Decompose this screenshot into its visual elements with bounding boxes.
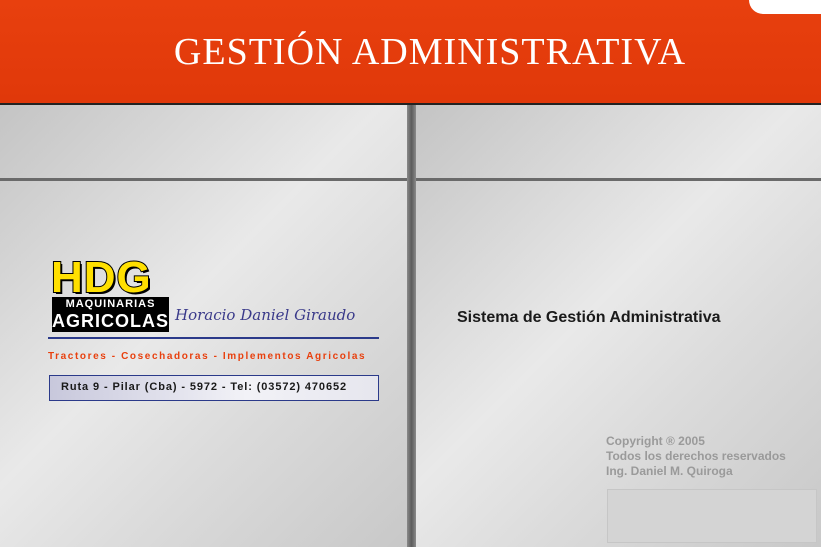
horizontal-divider-right — [416, 178, 821, 181]
owner-underline — [48, 337, 379, 339]
owner-signature: Horacio Daniel Giraudo — [175, 306, 356, 324]
products-tagline: Tractores - Cosechadoras - Implementos A… — [48, 351, 367, 362]
header-bar: GESTIÓN ADMINISTRATIVA — [0, 0, 821, 105]
horizontal-divider-left — [0, 178, 407, 181]
logo-line-agricolas: AGRICOLAS — [52, 311, 169, 332]
footer-box — [607, 489, 817, 543]
company-address: Ruta 9 - Pilar (Cba) - 5972 - Tel: (0357… — [61, 381, 347, 393]
address-box: Ruta 9 - Pilar (Cba) - 5972 - Tel: (0357… — [49, 375, 379, 401]
system-title: Sistema de Gestión Administrativa — [457, 309, 721, 326]
vertical-divider — [407, 105, 416, 547]
page-title: GESTIÓN ADMINISTRATIVA — [173, 31, 687, 73]
logo-brand: HDG — [50, 252, 152, 303]
header-corner — [749, 0, 821, 14]
company-logo: HDG MAQUINARIAS AGRICOLAS — [50, 252, 172, 332]
logo-line-maquinarias: MAQUINARIAS — [52, 297, 169, 311]
rights-line: Todos los derechos reservados — [606, 449, 786, 463]
author-line: Ing. Daniel M. Quiroga — [606, 464, 733, 478]
copyright-line: Copyright ® 2005 — [606, 434, 705, 448]
copyright-block: Copyright ® 2005 Todos los derechos rese… — [606, 434, 786, 479]
